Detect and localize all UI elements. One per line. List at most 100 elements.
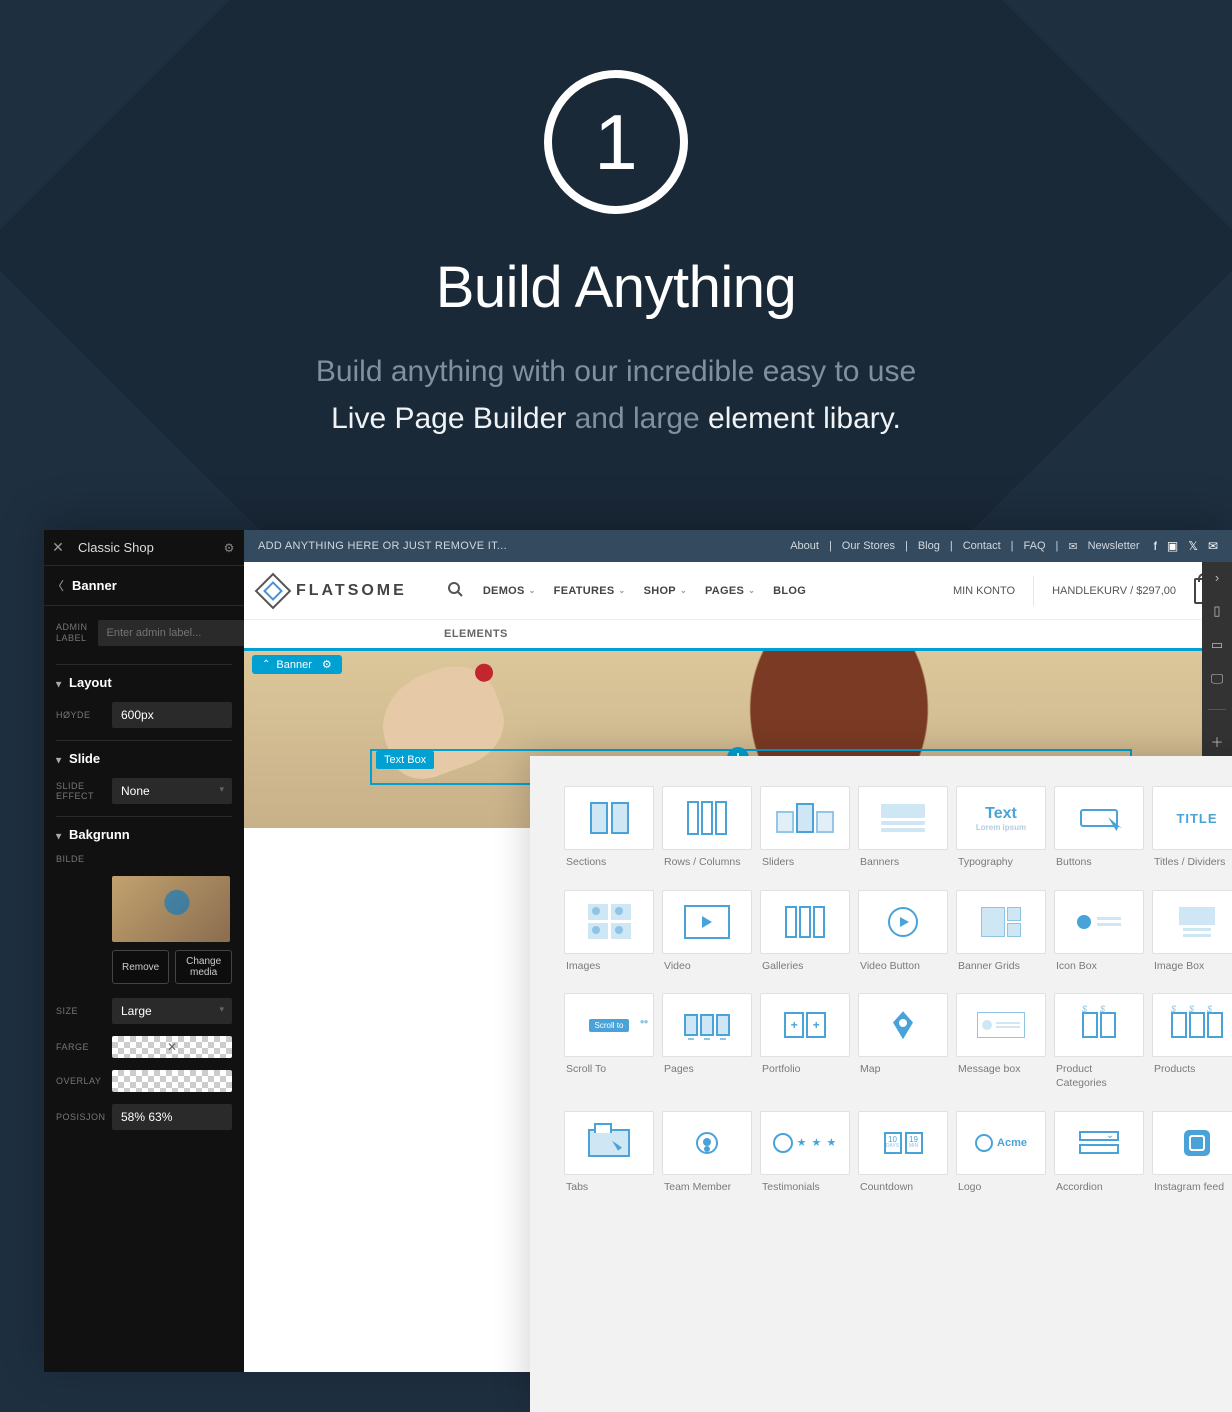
section-bakgrunn[interactable]: Bakgrunn xyxy=(56,816,232,854)
topbar-link[interactable]: FAQ xyxy=(1024,540,1046,552)
library-card-icon xyxy=(1054,890,1144,954)
library-item[interactable]: Pages xyxy=(662,993,752,1104)
library-item[interactable]: Map xyxy=(858,993,948,1104)
library-item[interactable]: Sections xyxy=(564,786,654,884)
library-item[interactable]: ★ ★ ★Testimonials xyxy=(760,1111,850,1209)
library-card-icon: ★ ★ ★ xyxy=(760,1111,850,1175)
library-item-label: Scroll To xyxy=(564,1057,654,1091)
tablet-icon[interactable]: ▭ xyxy=(1211,637,1223,653)
library-item[interactable]: Scroll toScroll To xyxy=(564,993,654,1104)
library-item[interactable]: TextLorem ipsumTypography xyxy=(956,786,1046,884)
library-card-icon xyxy=(760,993,850,1057)
library-card-icon xyxy=(564,786,654,850)
library-item-label: Accordion xyxy=(1054,1175,1144,1209)
library-item[interactable]: Portfolio xyxy=(760,993,850,1104)
mail-icon[interactable]: ✉ xyxy=(1068,540,1077,553)
library-item[interactable]: Buttons xyxy=(1054,786,1144,884)
newsletter-link[interactable]: Newsletter xyxy=(1088,540,1140,552)
nav-item[interactable]: SHOP⌄ xyxy=(644,585,687,597)
cart-link[interactable]: HANDLEKURV / $297,00 xyxy=(1052,585,1176,597)
library-item[interactable]: Sliders xyxy=(760,786,850,884)
library-item[interactable]: Rows / Columns xyxy=(662,786,752,884)
topbar-link[interactable]: Contact xyxy=(963,540,1001,552)
library-item-label: Titles / Dividers xyxy=(1152,850,1232,884)
library-item[interactable]: AcmeLogo xyxy=(956,1111,1046,1209)
chevron-right-icon[interactable]: › xyxy=(1215,570,1219,585)
topbar-links: About| Our Stores| Blog| Contact| FAQ| ✉… xyxy=(790,540,1139,553)
library-card-icon xyxy=(858,786,948,850)
library-item[interactable]: Video Button xyxy=(858,890,948,988)
change-media-button[interactable]: Change media xyxy=(175,950,232,984)
instagram-icon[interactable]: ▣ xyxy=(1167,539,1178,553)
library-item[interactable]: TITLETitles / Dividers xyxy=(1152,786,1232,884)
close-icon[interactable]: ✕ xyxy=(44,539,72,556)
library-item[interactable]: Image Box xyxy=(1152,890,1232,988)
library-item[interactable]: Images xyxy=(564,890,654,988)
hero-step-number: 1 xyxy=(544,70,688,214)
library-item[interactable]: Banners xyxy=(858,786,948,884)
library-item-label: Buttons xyxy=(1054,850,1144,884)
admin-label-input[interactable] xyxy=(98,620,258,646)
search-icon[interactable] xyxy=(447,581,463,600)
banner-edit-pill[interactable]: Banner xyxy=(252,655,342,674)
library-card-icon xyxy=(1054,786,1144,850)
posisjon-input[interactable]: 58% 63% xyxy=(112,1104,232,1130)
library-item-label: Sliders xyxy=(760,850,850,884)
subnav-elements[interactable]: ELEMENTS xyxy=(244,620,1232,648)
section-slide[interactable]: Slide xyxy=(56,740,232,778)
sidebar-page-title: Classic Shop xyxy=(72,540,214,555)
nav-item[interactable]: DEMOS⌄ xyxy=(483,585,536,597)
library-item[interactable]: Team Member xyxy=(662,1111,752,1209)
library-item[interactable]: Icon Box xyxy=(1054,890,1144,988)
back-icon[interactable]: 〈 xyxy=(44,577,72,594)
posisjon-label: POSISJON xyxy=(56,1112,112,1122)
library-item[interactable]: Tabs xyxy=(564,1111,654,1209)
library-card-icon xyxy=(1152,890,1232,954)
app-window: ✕ Classic Shop ⚙ 〈 Banner ADMIN LABEL La… xyxy=(44,530,1232,1372)
size-label: SIZE xyxy=(56,1006,112,1016)
size-select[interactable]: Large xyxy=(112,998,232,1024)
facebook-icon[interactable]: f xyxy=(1154,539,1157,553)
library-item[interactable]: Product Categories xyxy=(1054,993,1144,1104)
library-card-icon: TITLE xyxy=(1152,786,1232,850)
textbox-chip[interactable]: Text Box xyxy=(376,751,434,769)
library-item[interactable]: Products xyxy=(1152,993,1232,1104)
library-card-icon xyxy=(564,890,654,954)
library-item[interactable]: Banner Grids xyxy=(956,890,1046,988)
library-card-icon xyxy=(1152,993,1232,1057)
topbar-link[interactable]: Our Stores xyxy=(842,540,895,552)
nav-item[interactable]: PAGES⌄ xyxy=(705,585,755,597)
twitter-icon[interactable]: 𝕏 xyxy=(1188,539,1198,553)
library-item-label: Banners xyxy=(858,850,948,884)
topbar-link[interactable]: About xyxy=(790,540,819,552)
library-item[interactable]: Video xyxy=(662,890,752,988)
logo-icon xyxy=(255,572,292,609)
library-item[interactable]: Message box xyxy=(956,993,1046,1104)
farge-swatch[interactable] xyxy=(112,1036,232,1058)
nav-item[interactable]: FEATURES⌄ xyxy=(554,585,626,597)
library-item-label: Images xyxy=(564,954,654,988)
remove-button[interactable]: Remove xyxy=(112,950,169,984)
overlay-swatch[interactable] xyxy=(112,1070,232,1092)
background-image-thumb[interactable] xyxy=(112,876,230,942)
library-item-label: Products xyxy=(1152,1057,1232,1091)
section-layout[interactable]: Layout xyxy=(56,664,232,702)
slide-effect-select[interactable]: None xyxy=(112,778,232,804)
gear-icon[interactable]: ⚙ xyxy=(214,541,244,555)
nav-item[interactable]: BLOG xyxy=(773,585,806,597)
site-logo[interactable]: FLATSOME xyxy=(260,578,407,604)
hoyde-input[interactable]: 600px xyxy=(112,702,232,728)
library-item-label: Tabs xyxy=(564,1175,654,1209)
library-item[interactable]: Accordion xyxy=(1054,1111,1144,1209)
desktop-icon[interactable]: 🖵 xyxy=(1211,671,1224,687)
library-item[interactable]: Instagram feed xyxy=(1152,1111,1232,1209)
mail-icon[interactable]: ✉ xyxy=(1208,539,1218,553)
phone-icon[interactable]: ▯ xyxy=(1213,603,1220,619)
library-item-label: Message box xyxy=(956,1057,1046,1091)
library-item-label: Product Categories xyxy=(1054,1057,1144,1104)
topbar-link[interactable]: Blog xyxy=(918,540,940,552)
library-item[interactable]: Galleries xyxy=(760,890,850,988)
plus-icon[interactable]: ＋ xyxy=(1210,732,1223,751)
library-item[interactable]: 10DAYS19MINCountdown xyxy=(858,1111,948,1209)
account-link[interactable]: MIN KONTO xyxy=(953,585,1015,597)
